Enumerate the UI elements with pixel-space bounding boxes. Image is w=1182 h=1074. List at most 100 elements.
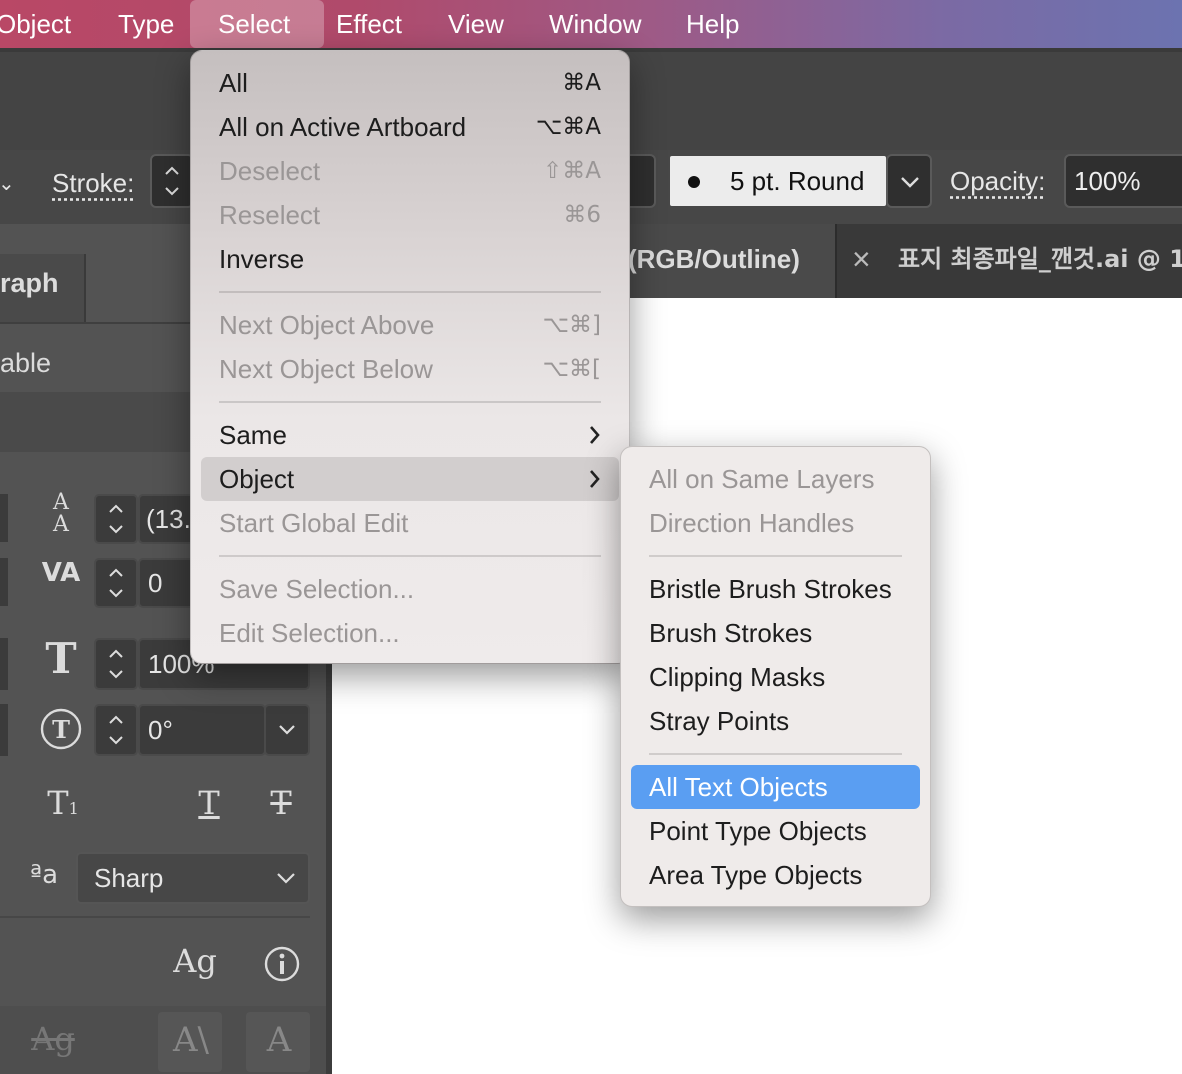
chevron-down-icon	[279, 725, 295, 735]
select-menu: All ⌘A All on Active Artboard ⌥⌘A Desele…	[190, 50, 630, 664]
menu-separator	[219, 555, 601, 557]
rotation-stepper[interactable]	[94, 704, 138, 756]
leading-stepper[interactable]	[94, 494, 138, 544]
svg-text:T: T	[52, 715, 70, 744]
menu-item-inverse[interactable]: Inverse	[201, 237, 619, 281]
tab-divider	[835, 224, 837, 298]
vertical-scale-icon: T	[45, 634, 77, 683]
brush-label: 5 pt. Round	[730, 166, 865, 196]
tracking-field[interactable]: 0	[138, 558, 198, 608]
menu-item-label: Edit Selection...	[219, 618, 400, 648]
menu-item-next-object-above[interactable]: Next Object Above ⌥⌘]	[201, 303, 619, 347]
field-edge	[0, 638, 8, 690]
submenu-item-area-type-objects[interactable]: Area Type Objects	[631, 853, 920, 897]
shortcut-label: ⌘6	[563, 202, 601, 228]
menu-separator	[219, 291, 601, 293]
close-tab-icon[interactable]: ×	[852, 224, 871, 298]
anti-aliasing-dropdown[interactable]: Sharp	[76, 852, 310, 904]
field-edge	[0, 704, 8, 756]
submenu-item-bristle-brush-strokes[interactable]: Bristle Brush Strokes	[631, 567, 920, 611]
vertical-scale-stepper[interactable]	[94, 638, 138, 690]
menu-item-label: Inverse	[219, 244, 305, 274]
character-rotation-icon: T	[40, 708, 82, 750]
panel-tab-divider	[84, 254, 86, 322]
menu-item-label: Reselect	[219, 200, 321, 230]
stepper-arrows-icon	[165, 166, 179, 196]
strikethrough-icon[interactable]: T	[258, 784, 304, 822]
menu-item-label: Next Object Below	[219, 354, 433, 384]
menu-item-label: All	[219, 68, 248, 98]
stepper-arrows-icon	[109, 715, 123, 745]
menu-item-start-global-edit[interactable]: Start Global Edit	[201, 501, 619, 545]
type-on-path-icon: A\	[172, 1020, 209, 1060]
chevron-down-icon	[277, 873, 295, 884]
shortcut-label: ⌥⌘]	[542, 312, 601, 338]
panel-divider	[0, 916, 310, 918]
menu-separator	[649, 555, 902, 557]
tab-current-label: (RGB/Outline)	[628, 244, 800, 274]
subscript-icon[interactable]: T1	[40, 784, 86, 822]
stroke-stepper[interactable]	[150, 154, 194, 208]
stepper-arrows-icon	[109, 568, 123, 598]
menu-type[interactable]: Type	[118, 0, 174, 48]
opacity-value: 100%	[1074, 166, 1141, 196]
submenu-item-direction-handles[interactable]: Direction Handles	[631, 501, 920, 545]
submenu-item-all-text-objects[interactable]: All Text Objects	[631, 765, 920, 809]
opacity-field[interactable]: 100%	[1064, 154, 1182, 208]
menu-select[interactable]: Select	[218, 0, 290, 48]
disabled-ag-icon: Ag	[31, 1020, 75, 1058]
menu-bar: Object Type Select Effect View Window He…	[0, 0, 1182, 48]
tracking-stepper[interactable]	[94, 558, 138, 608]
menu-object[interactable]: Object	[0, 0, 71, 48]
brush-dropdown-button[interactable]	[886, 154, 932, 208]
info-icon[interactable]	[262, 944, 302, 984]
menu-item-label: Start Global Edit	[219, 508, 409, 538]
brush-dot-icon	[688, 176, 700, 188]
menu-item-label: Deselect	[219, 156, 321, 186]
menu-view[interactable]: View	[448, 0, 504, 48]
tab-other-document[interactable]: 표지 최종파일_깬것.ai @ 10	[898, 224, 1182, 298]
shortcut-label: ⌥⌘[	[542, 356, 601, 382]
menu-item-all-on-active-artboard[interactable]: All on Active Artboard ⌥⌘A	[201, 105, 619, 149]
field-edge	[0, 494, 8, 542]
tracking-icon: VA	[41, 558, 81, 588]
glyph-snap-icon[interactable]: Ag	[172, 942, 218, 980]
shortcut-label: ⌘A	[562, 70, 601, 96]
leading-field[interactable]: (13.	[138, 494, 198, 544]
chevron-down-icon	[901, 177, 919, 188]
underline-icon[interactable]: T	[186, 784, 232, 822]
menu-item-deselect[interactable]: Deselect ⇧⌘A	[201, 149, 619, 193]
menu-effect[interactable]: Effect	[336, 0, 402, 48]
menu-item-all[interactable]: All ⌘A	[201, 61, 619, 105]
menu-item-label: All on Active Artboard	[219, 112, 467, 142]
leading-icon: AA	[53, 490, 69, 537]
submenu-item-stray-points[interactable]: Stray Points	[631, 699, 920, 743]
menu-item-label: Next Object Above	[219, 310, 435, 340]
submenu-item-point-type-objects[interactable]: Point Type Objects	[631, 809, 920, 853]
chevron-right-icon	[590, 426, 600, 444]
chevron-down-icon[interactable]: ⌄	[0, 174, 15, 194]
menu-item-label: Object	[219, 464, 295, 494]
menu-item-object[interactable]: Object	[201, 457, 619, 501]
opacity-label[interactable]: Opacity:	[950, 166, 1045, 197]
stepper-arrows-icon	[109, 504, 123, 534]
shortcut-label: ⇧⌘A	[542, 158, 601, 184]
rotation-field[interactable]: 0°	[138, 704, 266, 756]
submenu-item-all-on-same-layers[interactable]: All on Same Layers	[631, 457, 920, 501]
menu-window[interactable]: Window	[549, 0, 641, 48]
menu-item-next-object-below[interactable]: Next Object Below ⌥⌘[	[201, 347, 619, 391]
submenu-item-clipping-masks[interactable]: Clipping Masks	[631, 655, 920, 699]
menu-separator	[219, 401, 601, 403]
menu-item-label: Save Selection...	[219, 574, 415, 604]
menu-help[interactable]: Help	[686, 0, 739, 48]
menu-item-save-selection[interactable]: Save Selection...	[201, 567, 619, 611]
rotation-dropdown[interactable]	[264, 704, 310, 756]
touch-type-icon: A	[266, 1020, 292, 1060]
brush-definition-field[interactable]: 5 pt. Round	[670, 156, 886, 206]
menu-item-reselect[interactable]: Reselect ⌘6	[201, 193, 619, 237]
menu-item-edit-selection[interactable]: Edit Selection...	[201, 611, 619, 655]
opentype-row-label: able	[0, 348, 52, 378]
submenu-item-brush-strokes[interactable]: Brush Strokes	[631, 611, 920, 655]
menu-item-same[interactable]: Same	[201, 413, 619, 457]
stroke-label[interactable]: Stroke:	[52, 168, 134, 199]
